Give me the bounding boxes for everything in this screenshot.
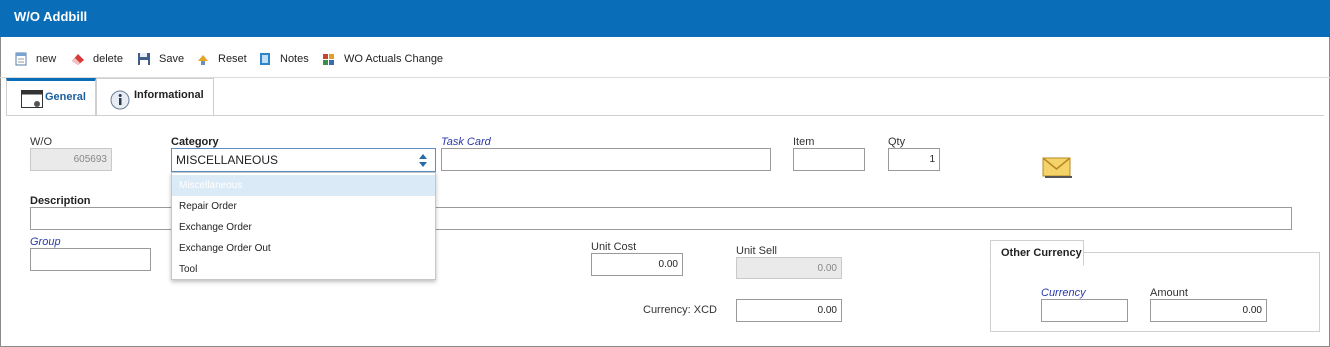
tab-divider	[6, 115, 1324, 116]
new-label: new	[36, 53, 57, 65]
unit-cost-value: 0.00	[658, 259, 678, 270]
category-option-miscellaneous[interactable]: Miscellaneous	[172, 175, 435, 196]
tab-general[interactable]: General	[6, 78, 96, 116]
reset-icon	[196, 52, 210, 66]
unit-sell-value: 0.00	[817, 262, 837, 274]
category-option-tool[interactable]: Tool	[172, 259, 435, 280]
qty-input[interactable]: 1	[888, 148, 940, 171]
wo-field: 605693	[30, 148, 112, 171]
category-option-repair-order[interactable]: Repair Order	[172, 196, 435, 217]
notes-button[interactable]: Notes	[258, 50, 309, 68]
reset-label: Reset	[218, 53, 247, 65]
item-label: Item	[793, 136, 815, 148]
unit-sell-field: 0.00	[736, 257, 842, 279]
envelope-icon[interactable]	[1042, 156, 1072, 181]
description-label: Description	[30, 195, 91, 207]
actuals-change-icon	[322, 52, 336, 66]
qty-label: Qty	[888, 136, 906, 148]
notes-label: Notes	[280, 53, 309, 65]
group-input[interactable]	[30, 248, 151, 271]
delete-button[interactable]: delete	[71, 50, 123, 68]
wo-label: W/O	[30, 136, 52, 148]
currency-xcd-label: Currency: XCD	[643, 304, 717, 316]
other-currency-label[interactable]: Currency	[1041, 287, 1086, 299]
category-select[interactable]: MISCELLANEOUS	[171, 148, 436, 172]
currency-amount-value: 0.00	[817, 305, 837, 316]
unit-sell-label: Unit Sell	[736, 245, 777, 257]
wo-value: 605693	[73, 154, 107, 165]
task-card-label[interactable]: Task Card	[441, 136, 491, 148]
floppy-disk-icon	[137, 52, 151, 66]
tab-general-label: General	[45, 91, 86, 103]
other-amount-input[interactable]: 0.00	[1150, 299, 1267, 322]
unit-cost-label: Unit Cost	[591, 241, 637, 253]
wo-actuals-change-label: WO Actuals Change	[344, 53, 444, 65]
toolbar: new delete Save Reset Notes WO Actuals C…	[0, 37, 1330, 78]
currency-amount-input[interactable]: 0.00	[736, 299, 842, 322]
tab-informational-label: Informational	[134, 89, 204, 101]
qty-value: 1	[929, 154, 935, 165]
delete-label: delete	[93, 53, 123, 65]
eraser-icon	[71, 52, 85, 66]
general-tab-icon	[21, 90, 43, 111]
select-arrows-icon	[419, 154, 427, 167]
window-title: W/O Addbill	[14, 9, 88, 24]
wo-actuals-change-button[interactable]: WO Actuals Change	[322, 50, 443, 68]
title-bar: W/O Addbill	[0, 0, 1330, 37]
reset-button[interactable]: Reset	[196, 50, 247, 68]
new-button[interactable]: new	[14, 50, 56, 68]
unit-cost-input[interactable]: 0.00	[591, 253, 683, 276]
other-amount-label: Amount	[1150, 287, 1188, 299]
info-icon	[110, 90, 130, 113]
other-currency-input[interactable]	[1041, 299, 1128, 322]
category-label: Category	[171, 136, 219, 148]
group-label[interactable]: Group	[30, 236, 61, 248]
item-input[interactable]	[793, 148, 865, 171]
category-dropdown: Miscellaneous Repair Order Exchange Orde…	[171, 172, 436, 280]
save-button[interactable]: Save	[137, 50, 184, 68]
category-selected-value: MISCELLANEOUS	[176, 153, 279, 167]
other-currency-title: Other Currency	[990, 240, 1084, 266]
notes-icon	[258, 52, 272, 66]
category-option-exchange-order[interactable]: Exchange Order	[172, 217, 435, 238]
new-document-icon	[14, 52, 28, 66]
other-amount-value: 0.00	[1242, 305, 1262, 316]
tab-informational[interactable]: Informational	[96, 78, 214, 116]
task-card-input[interactable]	[441, 148, 771, 171]
save-label: Save	[159, 53, 185, 65]
category-option-exchange-order-out[interactable]: Exchange Order Out	[172, 238, 435, 259]
